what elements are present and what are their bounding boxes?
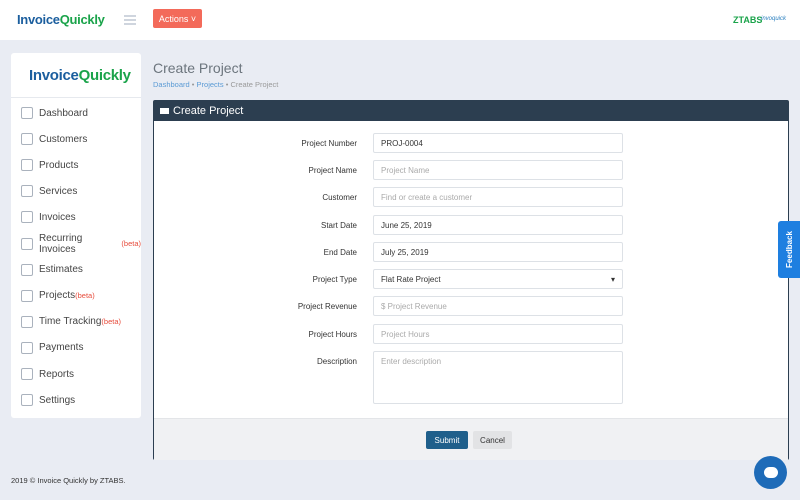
sidebar-item-reports[interactable]: Reports	[21, 364, 74, 384]
panel-header: Create Project	[154, 101, 788, 121]
sidebar-item-customers[interactable]: Customers	[21, 129, 87, 149]
page-title: Create Project	[153, 60, 243, 76]
create-project-panel: Create Project Project Number PROJ-0004 Pr…	[153, 100, 789, 460]
footer-text: 2019 © Invoice Quickly by ZTABS.	[11, 476, 126, 485]
partner-logo: invoquick	[761, 16, 787, 22]
sidebar-logo: InvoiceQuickly	[29, 67, 131, 84]
hamburger-menu-icon[interactable]	[124, 15, 136, 27]
sidebar-item-dashboard[interactable]: Dashboard	[21, 103, 88, 123]
wallet-icon	[21, 341, 33, 354]
project-type-label: Project Type	[312, 275, 357, 284]
actions-dropdown-button[interactable]: Actions ˅	[153, 9, 202, 28]
caret-down-icon: ▾	[610, 274, 615, 284]
edit-icon	[21, 368, 33, 380]
description-label: Description	[316, 357, 357, 366]
recurring-icon	[21, 237, 33, 250]
app-logo[interactable]: InvoiceQuickly	[17, 12, 105, 27]
project-name-input[interactable]: Project Name	[373, 160, 623, 180]
feedback-tab[interactable]: Feedback	[778, 221, 800, 278]
sidebar-item-estimates[interactable]: Estimates	[21, 260, 83, 280]
sidebar-item-projects[interactable]: Projects (beta)	[21, 286, 95, 306]
project-type-select[interactable]: Flat Rate Project ▾	[373, 269, 623, 289]
clock-icon	[21, 315, 33, 328]
gear-icon	[21, 394, 33, 407]
chat-button[interactable]	[754, 456, 787, 489]
sidebar-item-payments[interactable]: Payments	[21, 338, 83, 358]
calendar-icon	[21, 289, 33, 302]
ztabs-logo: ZTABS	[733, 15, 763, 25]
breadcrumb-projects[interactable]: Projects	[197, 80, 224, 89]
breadcrumb-current: Create Project	[230, 80, 279, 89]
breadcrumb-dashboard[interactable]: Dashboard	[153, 80, 190, 89]
start-date-input[interactable]: June 25, 2019	[373, 215, 623, 235]
form-footer: Submit Cancel	[154, 418, 788, 460]
invoice-icon	[21, 211, 33, 224]
sidebar-item-settings[interactable]: Settings	[21, 390, 75, 410]
cancel-button[interactable]: Cancel	[473, 431, 512, 449]
chat-icon	[763, 467, 778, 478]
customer-label: Customer	[322, 193, 357, 202]
submit-button[interactable]: Submit	[426, 431, 468, 449]
sidebar-item-time-tracking[interactable]: Time Tracking (beta)	[21, 312, 121, 332]
card-icon	[160, 108, 169, 114]
project-revenue-input[interactable]: $ Project Revenue	[373, 296, 623, 316]
project-hours-label: Project Hours	[308, 330, 357, 339]
sidebar: InvoiceQuickly Dashboard Customers Product…	[11, 53, 141, 418]
description-textarea[interactable]: Enter description	[373, 351, 623, 404]
breadcrumb: Dashboard • Projects • Create Project	[153, 80, 279, 89]
end-date-label: End Date	[323, 248, 357, 257]
project-name-label: Project Name	[308, 166, 357, 175]
project-number-input[interactable]: PROJ-0004	[373, 133, 623, 153]
rocket-icon	[21, 185, 33, 198]
project-number-label: Project Number	[301, 139, 357, 148]
user-icon	[21, 133, 33, 146]
estimate-icon	[21, 263, 33, 276]
start-date-label: Start Date	[320, 221, 357, 230]
project-hours-input[interactable]: Project Hours	[373, 324, 623, 344]
sidebar-item-invoices[interactable]: Invoices	[21, 207, 76, 227]
sidebar-item-services[interactable]: Services	[21, 181, 77, 201]
home-icon	[21, 107, 33, 119]
sidebar-item-recurring-invoices[interactable]: Recurring Invoices (beta)	[21, 233, 141, 255]
sidebar-item-products[interactable]: Products	[21, 155, 78, 175]
bag-icon	[21, 159, 33, 172]
project-revenue-label: Project Revenue	[297, 302, 357, 311]
divider	[11, 97, 141, 98]
top-bar: InvoiceQuickly Actions ˅ ZTABS invoquick	[0, 0, 800, 40]
end-date-input[interactable]: July 25, 2019	[373, 242, 623, 262]
customer-input[interactable]: Find or create a customer	[373, 187, 623, 207]
